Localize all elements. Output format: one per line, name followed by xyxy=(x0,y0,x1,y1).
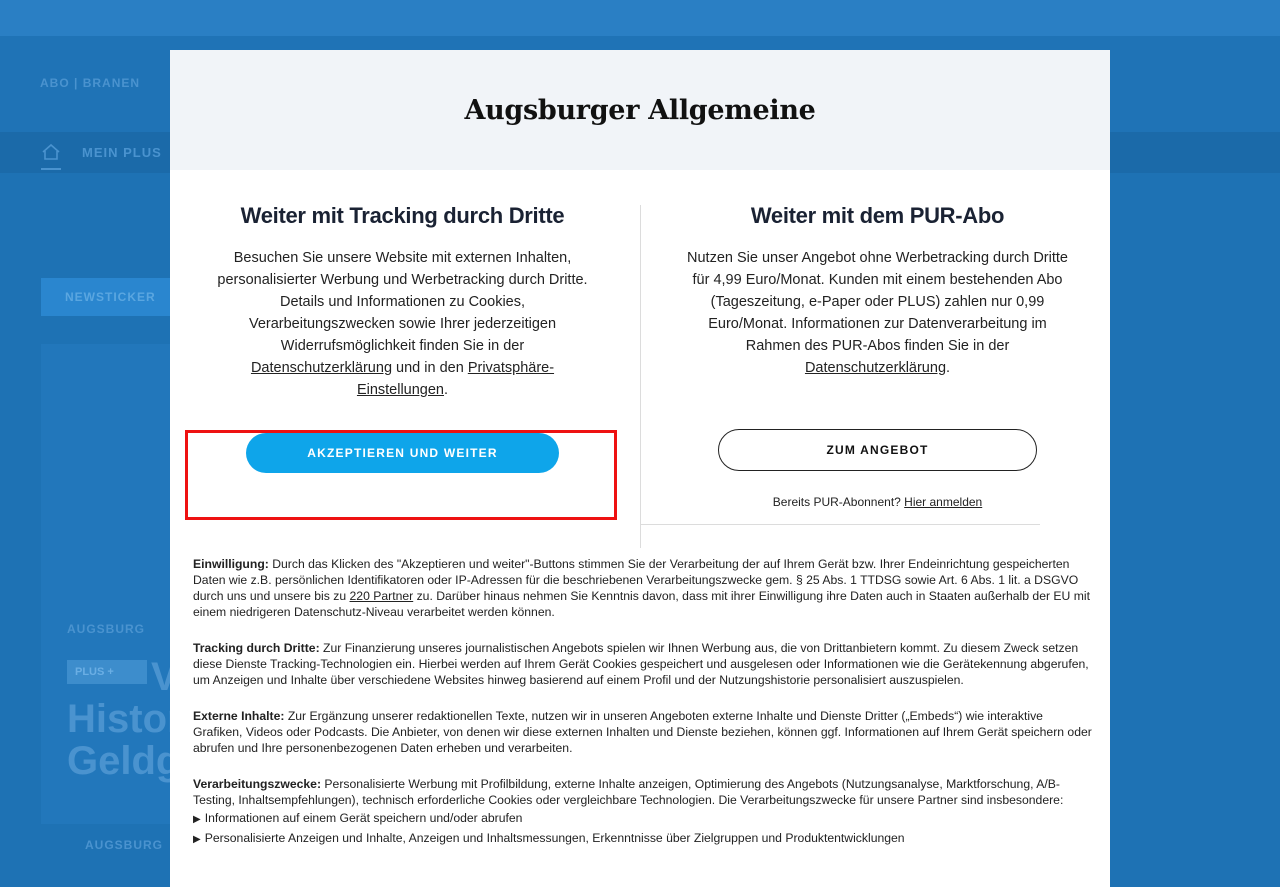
tracking-option: Weiter mit Tracking durch Dritte Besuche… xyxy=(210,170,595,401)
choice-columns: Weiter mit Tracking durch Dritte Besuche… xyxy=(170,170,1110,548)
horizontal-divider xyxy=(640,524,1040,525)
bottom-section-label: AUGSBURG xyxy=(85,838,164,852)
hero-headline-line: Histor xyxy=(67,697,183,741)
list-item-text: Informationen auf einem Gerät speichern … xyxy=(204,811,523,825)
tracking-option-text: Besuchen Sie unsere Website mit externen… xyxy=(210,247,595,401)
partner-link[interactable]: 220 Partner xyxy=(350,589,414,603)
tracking-option-title: Weiter mit Tracking durch Dritte xyxy=(240,203,565,228)
external-content-label: Externe Inhalte: xyxy=(193,709,285,723)
pur-login-link[interactable]: Hier anmelden xyxy=(904,495,982,509)
privacy-policy-link[interactable]: Datenschutzerklärung xyxy=(251,360,392,376)
nav-item-mein-plus[interactable]: MEIN PLUS xyxy=(82,145,162,160)
top-banner-strip xyxy=(0,0,1280,36)
consent-label: Einwilligung: xyxy=(193,557,269,571)
pur-abo-text: Nutzen Sie unser Angebot ohne Werbetrack… xyxy=(680,247,1075,379)
hero-headline-line: V xyxy=(151,655,178,699)
text-segment: und in den xyxy=(392,360,468,376)
triangle-bullet-icon: ▶ xyxy=(193,834,201,845)
pur-abo-title: Weiter mit dem PUR-Abo xyxy=(750,203,1005,228)
text-segment: . xyxy=(444,382,449,398)
text-segment: . xyxy=(946,360,951,376)
purposes-paragraph: Verarbeitungszwecke: Personalisierte Wer… xyxy=(193,776,1093,808)
home-active-indicator xyxy=(41,168,61,170)
consent-paragraph: Einwilligung: Durch das Klicken des "Akz… xyxy=(193,556,1093,620)
accept-and-continue-button[interactable]: AKZEPTIEREN UND WEITER xyxy=(246,433,559,473)
pur-login-line: Bereits PUR-Abonnent? Hier anmelden xyxy=(680,495,1075,509)
text-segment: Zur Finanzierung unseres journalistische… xyxy=(193,641,1089,687)
text-segment: Personalisierte Werbung mit Profilbildun… xyxy=(193,777,1064,807)
list-item-text: Personalisierte Anzeigen und Inhalte, An… xyxy=(204,831,905,845)
triangle-bullet-icon: ▶ xyxy=(193,814,201,825)
column-divider xyxy=(640,205,641,548)
text-segment: Nutzen Sie unser Angebot ohne Werbetrack… xyxy=(687,250,1068,354)
login-prompt: Bereits PUR-Abonnent? xyxy=(772,495,905,509)
tracking-paragraph: Tracking durch Dritte: Zur Finanzierung … xyxy=(193,640,1093,688)
list-item: ▶ Personalisierte Anzeigen und Inhalte, A… xyxy=(193,830,1093,848)
pur-abo-option: Weiter mit dem PUR-Abo Nutzen Sie unser … xyxy=(680,170,1075,379)
purposes-list: ▶ Informationen auf einem Gerät speichern… xyxy=(193,810,1093,848)
home-icon[interactable] xyxy=(41,142,61,162)
newsticker-label: NEWSTICKER xyxy=(65,290,156,304)
consent-dialog: Augsburger Allgemeine Weiter mit Trackin… xyxy=(170,50,1110,887)
hero-headline: V Histor Geldg xyxy=(67,656,183,783)
abo-link[interactable]: ABO | BRANEN xyxy=(40,76,140,90)
text-segment: Besuchen Sie unsere Website mit externen… xyxy=(217,250,588,354)
to-offer-button[interactable]: ZUM ANGEBOT xyxy=(718,429,1037,471)
tracking-label: Tracking durch Dritte: xyxy=(193,641,320,655)
text-segment: Zur Ergänzung unserer redaktionellen Tex… xyxy=(193,709,1092,755)
legal-text: Einwilligung: Durch das Klicken des "Akz… xyxy=(193,556,1093,850)
site-logo: Augsburger Allgemeine xyxy=(464,94,816,126)
purposes-label: Verarbeitungszwecke: xyxy=(193,777,322,791)
list-item: ▶ Informationen auf einem Gerät speichern… xyxy=(193,810,1093,828)
dialog-header: Augsburger Allgemeine xyxy=(170,50,1110,170)
pur-privacy-policy-link[interactable]: Datenschutzerklärung xyxy=(805,360,946,376)
external-content-paragraph: Externe Inhalte: Zur Ergänzung unserer r… xyxy=(193,708,1093,756)
hero-kicker: AUGSBURG xyxy=(67,622,146,636)
hero-headline-line: Geldg xyxy=(67,739,181,783)
newsticker-tab[interactable]: NEWSTICKER xyxy=(41,278,191,316)
